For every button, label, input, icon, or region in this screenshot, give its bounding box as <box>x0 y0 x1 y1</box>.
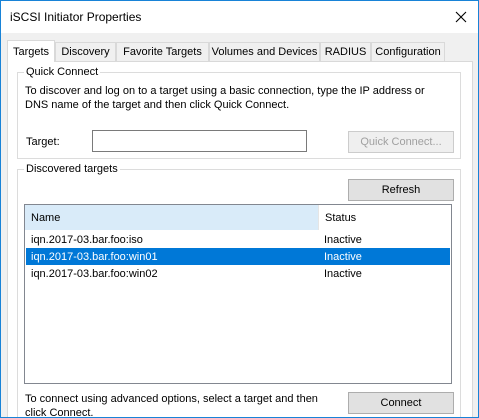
table-row[interactable]: iqn.2017-03.bar.foo:iso Inactive <box>26 231 450 248</box>
row-status: Inactive <box>324 250 362 263</box>
targets-panel: Quick Connect To discover and log on to … <box>7 61 473 418</box>
row-name: iqn.2017-03.bar.foo:win01 <box>31 250 158 263</box>
title-bar: iSCSI Initiator Properties <box>1 1 478 33</box>
close-button[interactable] <box>444 1 478 33</box>
refresh-button[interactable]: Refresh <box>348 179 454 201</box>
tab-label: Discovery <box>61 46 110 58</box>
tab-radius[interactable]: RADIUS <box>320 42 371 61</box>
column-status-label: Status <box>325 211 357 224</box>
discovered-targets-title: Discovered targets <box>24 163 120 175</box>
quick-connect-title: Quick Connect <box>24 66 101 78</box>
tab-discovery[interactable]: Discovery <box>55 42 116 61</box>
column-header-status[interactable]: Status <box>319 205 451 230</box>
tab-strip: Targets Discovery Favorite Targets Volum… <box>7 40 473 62</box>
tab-favorite-targets[interactable]: Favorite Targets <box>116 42 209 61</box>
discovered-targets-group: Discovered targets Refresh Name Status i… <box>17 163 461 418</box>
iscsi-initiator-window: iSCSI Initiator Properties Targets Disco… <box>0 0 479 418</box>
row-status: Inactive <box>324 233 362 246</box>
table-row-selected[interactable]: iqn.2017-03.bar.foo:win01 Inactive <box>26 248 450 265</box>
tab-targets[interactable]: Targets <box>7 40 55 62</box>
window-title: iSCSI Initiator Properties <box>10 10 142 24</box>
tab-label: RADIUS <box>324 46 367 58</box>
connect-instructions: To connect using advanced options, selec… <box>25 393 318 418</box>
target-label: Target: <box>26 136 60 148</box>
row-name: iqn.2017-03.bar.foo:iso <box>31 233 143 246</box>
connect-button[interactable]: Connect <box>348 392 454 414</box>
tab-label: Favorite Targets <box>123 46 202 58</box>
row-status: Inactive <box>324 267 362 280</box>
tab-label: Targets <box>12 45 50 58</box>
tab-volumes-and-devices[interactable]: Volumes and Devices <box>209 42 320 61</box>
discovered-targets-list[interactable]: Name Status iqn.2017-03.bar.foo:iso Inac… <box>24 204 452 384</box>
quick-connect-description: To discover and log on to a target using… <box>25 85 425 111</box>
column-name-label: Name <box>31 211 61 224</box>
tab-label: Configuration <box>375 46 441 58</box>
quick-connect-button[interactable]: Quick Connect... <box>348 131 454 153</box>
list-header: Name Status <box>25 205 451 230</box>
table-row[interactable]: iqn.2017-03.bar.foo:win02 Inactive <box>26 265 450 282</box>
row-name: iqn.2017-03.bar.foo:win02 <box>31 267 158 280</box>
column-header-name[interactable]: Name <box>25 205 319 230</box>
tab-configuration[interactable]: Configuration <box>371 42 445 61</box>
quick-connect-group: Quick Connect To discover and log on to … <box>17 66 461 159</box>
close-icon <box>455 11 467 23</box>
target-input[interactable] <box>92 130 307 152</box>
tab-label: Volumes and Devices <box>211 46 318 58</box>
